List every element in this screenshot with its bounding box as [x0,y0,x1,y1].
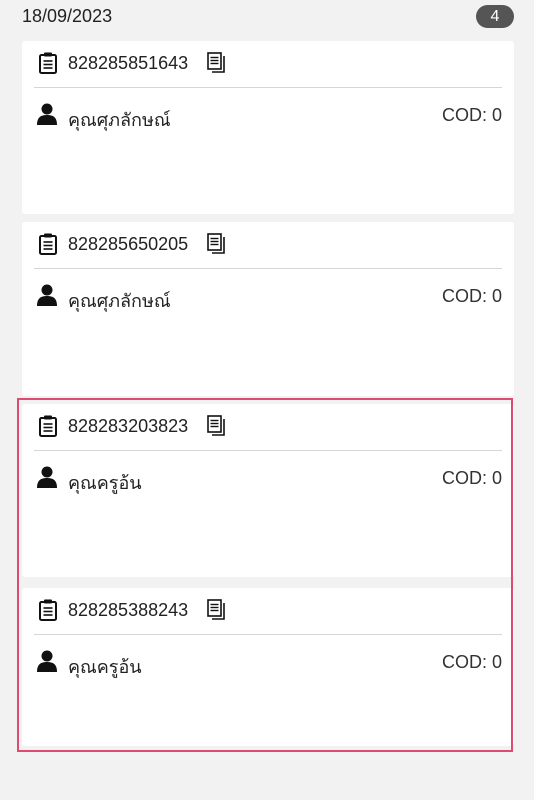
date-label: 18/09/2023 [22,6,113,26]
tracking-number: 828285650205 [68,234,189,254]
tracking-number: 828283203823 [68,416,189,436]
cod-amount: COD: 0 [441,652,502,672]
cod-amount: COD: 0 [441,286,502,306]
shipment-card[interactable]: 828283203823 คุณครูอ้น COD: 0 [22,404,514,577]
recipient-name: คุณศุภลักษณ์ [68,291,171,311]
person-icon [37,466,57,488]
count-badge: 4 [476,5,514,28]
card-header: 828285851643 [34,41,502,88]
card-header: 828285650205 [34,222,502,269]
clipboard-icon [39,52,57,74]
date-header: 18/09/2023 4 [0,0,534,36]
copy-icon[interactable] [207,415,227,436]
clipboard-icon [39,233,57,255]
tracking-number: 828285851643 [68,53,189,73]
copy-icon[interactable] [207,233,227,254]
recipient-name: คุณศุภลักษณ์ [68,110,171,130]
card-header: 828283203823 [34,404,502,451]
recipient-name: คุณครูอ้น [68,473,142,493]
clipboard-icon [39,415,57,437]
shipment-card[interactable]: 828285388243 คุณครูอ้น COD: 0 [22,588,514,746]
copy-icon[interactable] [207,52,227,73]
person-icon [37,103,57,125]
copy-icon[interactable] [207,599,227,620]
card-header: 828285388243 [34,588,502,635]
person-icon [37,284,57,306]
clipboard-icon [39,599,57,621]
shipment-card[interactable]: 828285851643 คุณศุภลักษณ์ COD: 0 [22,41,514,214]
shipment-card[interactable]: 828285650205 คุณศุภลักษณ์ COD: 0 [22,222,514,396]
recipient-name: คุณครูอ้น [68,657,142,677]
cod-amount: COD: 0 [441,468,502,488]
person-icon [37,650,57,672]
cod-amount: COD: 0 [441,105,502,125]
tracking-number: 828285388243 [68,600,189,620]
